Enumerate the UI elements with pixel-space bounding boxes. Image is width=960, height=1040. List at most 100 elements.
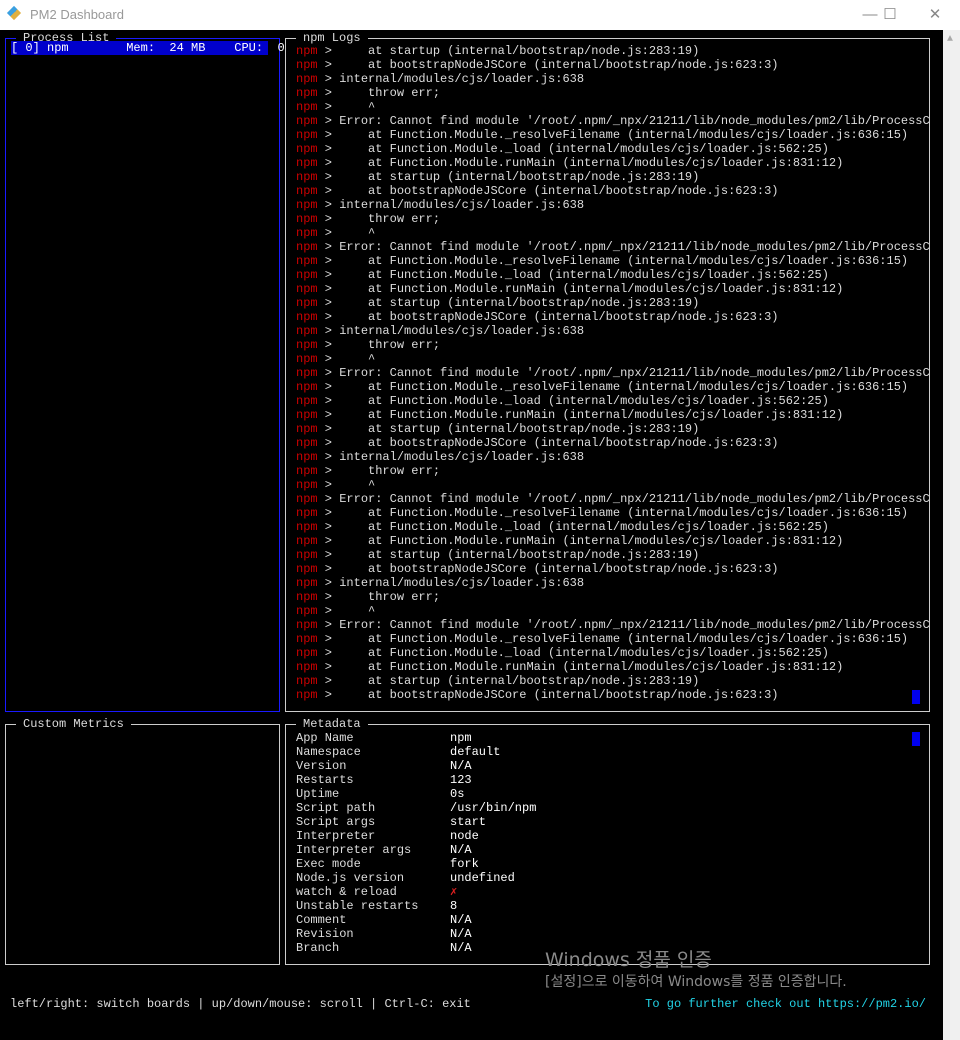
log-line: npm > at bootstrapNodeJSCore (internal/b…	[296, 688, 779, 702]
metadata-key: Revision	[296, 927, 354, 941]
metadata-key: Namespace	[296, 745, 361, 759]
log-arrow: >	[317, 310, 333, 324]
log-arrow: >	[317, 184, 333, 198]
footer-link[interactable]: To go further check out https://pm2.io/	[645, 997, 926, 1011]
log-text: at Function.Module.runMain (internal/mod…	[332, 408, 844, 422]
log-line: npm > ^	[296, 478, 375, 492]
log-text: throw err;	[332, 212, 441, 226]
metadata-key: Version	[296, 759, 347, 773]
log-line: npm > at startup (internal/bootstrap/nod…	[296, 674, 699, 688]
log-prefix: npm	[296, 478, 318, 492]
log-line: npm > at startup (internal/bootstrap/nod…	[296, 422, 699, 436]
metadata-value: 8	[450, 899, 458, 913]
log-prefix: npm	[296, 688, 318, 702]
log-line: npm > ^	[296, 226, 375, 240]
log-text: at startup (internal/bootstrap/node.js:2…	[332, 422, 700, 436]
log-prefix: npm	[296, 450, 318, 464]
log-prefix: npm	[296, 128, 318, 142]
log-line: npm > at Function.Module._resolveFilenam…	[296, 254, 908, 268]
metadata-value: N/A	[450, 913, 472, 927]
log-arrow: >	[317, 44, 333, 58]
logs-panel[interactable]: npm Logs npm > at startup (internal/boot…	[285, 31, 930, 712]
log-text: at startup (internal/bootstrap/node.js:2…	[332, 674, 700, 688]
log-prefix: npm	[296, 44, 318, 58]
log-line: npm > at bootstrapNodeJSCore (internal/b…	[296, 562, 779, 576]
log-text: at startup (internal/bootstrap/node.js:2…	[332, 296, 700, 310]
log-arrow: >	[317, 352, 333, 366]
log-prefix: npm	[296, 324, 318, 338]
log-prefix: npm	[296, 170, 318, 184]
terminal[interactable]: Process List [ 0] npm Mem: 24 MB CPU: 0 …	[0, 30, 943, 1040]
log-prefix: npm	[296, 72, 318, 86]
log-prefix: npm	[296, 142, 318, 156]
process-list-panel[interactable]: Process List [ 0] npm Mem: 24 MB CPU: 0	[5, 31, 285, 712]
log-arrow: >	[317, 282, 333, 296]
log-arrow: >	[317, 212, 333, 226]
log-line: npm > ^	[296, 604, 375, 618]
log-arrow: >	[317, 198, 333, 212]
log-prefix: npm	[296, 296, 318, 310]
log-arrow: >	[317, 170, 333, 184]
log-arrow: >	[317, 380, 333, 394]
metadata-key: Script args	[296, 815, 376, 829]
log-prefix: npm	[296, 338, 318, 352]
log-text: Error: Cannot find module '/root/.npm/_n…	[332, 492, 930, 506]
log-arrow: >	[317, 128, 333, 142]
log-text: internal/modules/cjs/loader.js:638	[332, 576, 585, 590]
log-line: npm > at Function.Module._load (internal…	[296, 520, 829, 534]
log-line: npm > at startup (internal/bootstrap/nod…	[296, 44, 699, 58]
log-line: npm > at Function.Module._load (internal…	[296, 394, 829, 408]
maximize-button[interactable]: ☐	[870, 4, 910, 26]
log-arrow: >	[317, 520, 333, 534]
log-line: npm > at Function.Module._load (internal…	[296, 268, 829, 282]
log-text: Error: Cannot find module '/root/.npm/_n…	[332, 618, 930, 632]
log-text: Error: Cannot find module '/root/.npm/_n…	[332, 366, 930, 380]
log-text: at bootstrapNodeJSCore (internal/bootstr…	[332, 436, 779, 450]
scroll-up-icon[interactable]: ▲	[947, 34, 953, 45]
log-prefix: npm	[296, 604, 318, 618]
log-prefix: npm	[296, 100, 318, 114]
custom-metrics-title: Custom Metrics	[16, 717, 131, 731]
metadata-value: default	[450, 745, 501, 759]
metadata-value: npm	[450, 731, 472, 745]
log-text: at Function.Module._load (internal/modul…	[332, 646, 829, 660]
metadata-value: 0s	[450, 787, 465, 801]
log-arrow: >	[317, 142, 333, 156]
metadata-panel[interactable]: Metadata App Name npm Namespace default Vers…	[285, 717, 930, 965]
log-text: internal/modules/cjs/loader.js:638	[332, 198, 585, 212]
log-prefix: npm	[296, 254, 318, 268]
log-text: at bootstrapNodeJSCore (internal/bootstr…	[332, 58, 779, 72]
log-arrow: >	[317, 562, 333, 576]
log-arrow: >	[317, 464, 333, 478]
log-arrow: >	[317, 576, 333, 590]
log-prefix: npm	[296, 464, 318, 478]
log-text: ^	[332, 226, 376, 240]
metadata-value: node	[450, 829, 479, 843]
metadata-key: Uptime	[296, 787, 340, 801]
log-line: npm > throw err;	[296, 464, 440, 478]
close-button[interactable]: ✕	[915, 4, 955, 26]
log-line: npm > throw err;	[296, 338, 440, 352]
log-text: ^	[332, 100, 376, 114]
log-prefix: npm	[296, 226, 318, 240]
log-prefix: npm	[296, 408, 318, 422]
scrollbar[interactable]: ▲	[943, 30, 960, 1040]
process-row[interactable]: [ 0] npm Mem: 24 MB CPU: 0	[11, 41, 285, 55]
log-line: npm > at Function.Module.runMain (intern…	[296, 282, 843, 296]
log-arrow: >	[317, 618, 333, 632]
log-arrow: >	[317, 688, 333, 702]
log-text: at Function.Module.runMain (internal/mod…	[332, 156, 844, 170]
log-text: throw err;	[332, 590, 441, 604]
log-prefix: npm	[296, 198, 318, 212]
log-line: npm > Error: Cannot find module '/root/.…	[296, 114, 930, 128]
log-prefix: npm	[296, 156, 318, 170]
custom-metrics-panel[interactable]: Custom Metrics	[5, 717, 280, 965]
log-prefix: npm	[296, 212, 318, 226]
log-prefix: npm	[296, 436, 318, 450]
scroll-cursor	[912, 732, 920, 746]
log-arrow: >	[317, 324, 333, 338]
log-arrow: >	[317, 478, 333, 492]
log-prefix: npm	[296, 618, 318, 632]
log-arrow: >	[317, 58, 333, 72]
log-line: npm > ^	[296, 100, 375, 114]
